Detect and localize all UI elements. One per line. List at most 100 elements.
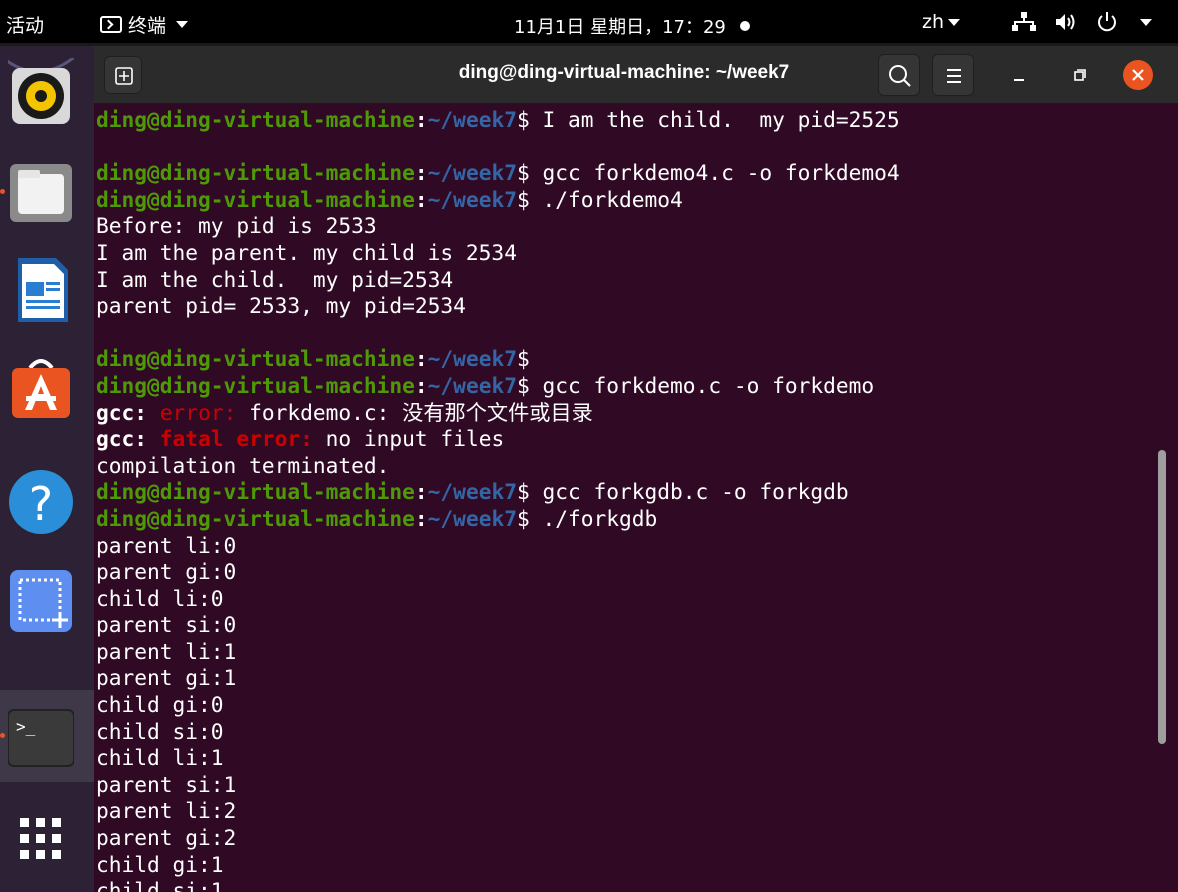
app-grid-icon — [20, 818, 61, 859]
output-text: parent si:0 — [96, 612, 237, 638]
search-button[interactable] — [878, 54, 920, 96]
prompt-user: ding@ding-virtual-machine — [96, 160, 415, 186]
running-indicator — [0, 733, 5, 738]
activities-button[interactable]: 活动 — [6, 11, 44, 38]
error-message: forkdemo.c: 没有那个文件或目录 — [236, 399, 593, 425]
prompt-separator: : — [414, 372, 428, 398]
terminal-line: parent li:2 — [96, 798, 900, 825]
output-text: parent si:1 — [96, 771, 237, 797]
svg-text:>_: >_ — [16, 717, 36, 736]
terminal-line: child gi:1 — [96, 852, 900, 879]
terminal-line: child li:0 — [96, 586, 900, 613]
terminal-line: Before: my pid is 2533 — [96, 213, 900, 240]
output-text: parent li:2 — [96, 798, 237, 824]
terminal-line: child si:1 — [96, 878, 900, 892]
close-button[interactable] — [1123, 60, 1153, 90]
terminal-line: ding@ding-virtual-machine:~/week7$ gcc f… — [96, 479, 900, 506]
dock-ubuntu-software[interactable] — [0, 342, 94, 434]
dock-libreoffice-writer[interactable] — [0, 244, 94, 336]
prompt-path: ~/week7 — [427, 160, 517, 186]
output-text: child li:0 — [96, 585, 224, 611]
dock: ? >_ — [0, 46, 94, 892]
command-text: ./forkgdb — [529, 505, 658, 531]
terminal-line: ding@ding-virtual-machine:~/week7$ gcc f… — [96, 160, 900, 187]
error-label: error: — [159, 399, 237, 425]
terminal-line: ding@ding-virtual-machine:~/week7$ — [96, 346, 900, 373]
gcc-prefix: gcc: — [96, 426, 148, 452]
prompt-separator: : — [414, 107, 428, 132]
prompt-symbol: $ — [516, 479, 530, 505]
gcc-prefix: gcc: — [96, 399, 148, 425]
dock-files[interactable] — [0, 146, 94, 238]
prompt-user: ding@ding-virtual-machine — [96, 505, 415, 531]
network-icon — [1012, 12, 1036, 31]
terminal-output[interactable]: ding@ding-virtual-machine:~/week7$ I am … — [94, 104, 1178, 892]
window-title: ding@ding-virtual-machine: ~/week7 — [458, 62, 790, 83]
maximize-button[interactable] — [1064, 60, 1094, 90]
output-text: child gi:0 — [96, 692, 224, 718]
terminal-line: parent gi:2 — [96, 825, 900, 852]
terminal-line: parent si:1 — [96, 772, 900, 799]
input-method-label: zh — [922, 11, 945, 33]
writer-document-icon — [18, 258, 68, 322]
prompt-symbol: $ — [516, 372, 530, 398]
terminal-line: parent si:0 — [96, 612, 900, 639]
output-text: parent gi:0 — [96, 559, 237, 585]
prompt-separator: : — [414, 160, 428, 186]
search-icon — [889, 65, 911, 87]
files-icon — [10, 164, 72, 222]
dock-rhythmbox[interactable] — [0, 46, 94, 138]
dock-terminal[interactable]: >_ — [0, 690, 94, 782]
output-text: parent pid= 2533, my pid=2534 — [96, 293, 466, 319]
menu-button[interactable] — [932, 54, 974, 96]
prompt-separator: : — [414, 346, 428, 372]
power-icon — [1098, 12, 1116, 32]
prompt-symbol: $ — [516, 505, 530, 531]
terminal-line: I am the child. my pid=2534 — [96, 267, 900, 294]
terminal-line: compilation terminated. — [96, 453, 900, 480]
terminal-icon — [100, 16, 122, 33]
command-text: gcc forkdemo4.c -o forkdemo4 — [529, 160, 900, 186]
prompt-path: ~/week7 — [427, 107, 517, 132]
terminal-line: parent gi:0 — [96, 559, 900, 586]
output-text: compilation terminated. — [96, 452, 390, 478]
screenshot-icon — [10, 570, 72, 632]
terminal-line: I am the parent. my child is 2534 — [96, 240, 900, 267]
prompt-path: ~/week7 — [427, 479, 517, 505]
window-headerbar[interactable]: ding@ding-virtual-machine: ~/week7 — [94, 46, 1178, 104]
volume-icon — [1056, 14, 1075, 30]
output-text: parent li:0 — [96, 532, 237, 558]
input-method-menu[interactable]: zh — [922, 11, 961, 33]
system-menu[interactable] — [1012, 8, 1152, 36]
prompt-user: ding@ding-virtual-machine — [96, 186, 415, 212]
prompt-symbol: $ — [516, 160, 530, 186]
prompt-path: ~/week7 — [427, 372, 517, 398]
output-text: child si:1 — [96, 878, 224, 892]
notification-dot-icon — [739, 21, 750, 31]
chevron-down-icon — [176, 21, 189, 28]
new-tab-button[interactable] — [104, 56, 142, 94]
prompt-symbol: $ — [516, 346, 530, 372]
minimize-button[interactable] — [1004, 60, 1034, 90]
software-store-icon — [12, 359, 70, 418]
output-text: parent gi:1 — [96, 665, 237, 691]
output-text: parent gi:2 — [96, 825, 237, 851]
terminal-icon: >_ — [8, 709, 74, 767]
output-text: parent li:1 — [96, 638, 237, 664]
output-text: Before: my pid is 2533 — [96, 213, 377, 239]
app-menu-terminal[interactable]: 终端 — [100, 11, 189, 38]
dock-screenshot[interactable] — [0, 554, 94, 646]
prompt-user: ding@ding-virtual-machine — [96, 107, 415, 132]
terminal-lines: ding@ding-virtual-machine:~/week7$ I am … — [96, 107, 900, 892]
output-text: I am the parent. my child is 2534 — [96, 239, 517, 265]
dock-help[interactable]: ? — [0, 456, 94, 548]
prompt-path: ~/week7 — [427, 346, 517, 372]
top-panel: 活动 终端 11月1日 星期日，17：29 zh — [0, 0, 1178, 46]
clock-menu[interactable]: 11月1日 星期日，17：29 — [514, 13, 750, 39]
scrollbar-thumb[interactable] — [1158, 450, 1166, 744]
terminal-line: parent gi:1 — [96, 665, 900, 692]
show-applications-button[interactable] — [0, 786, 94, 878]
